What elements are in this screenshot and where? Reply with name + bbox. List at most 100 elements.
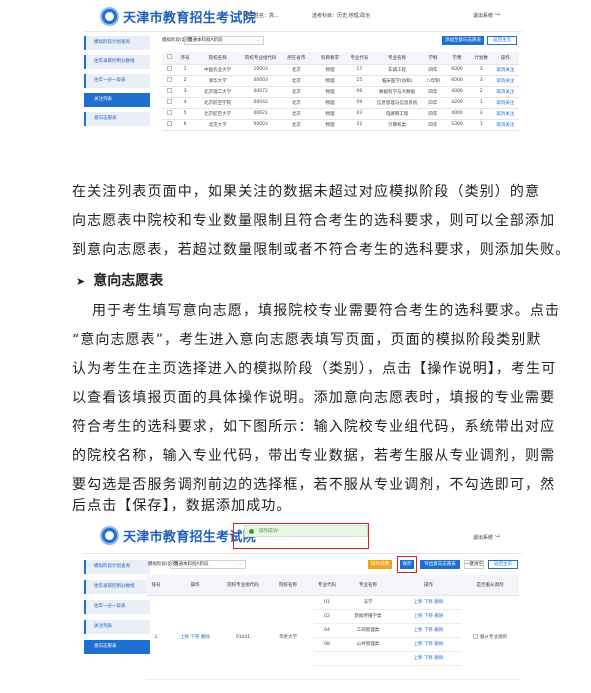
logout-link[interactable]: 退出系统 [473, 12, 493, 19]
back-home-button[interactable]: 返回主页 [488, 560, 518, 569]
table-cell: 15 [346, 75, 372, 87]
table-cell: 5300 [443, 119, 471, 131]
row-checkbox[interactable] [162, 75, 177, 87]
table-cell: 北京理工大学 [193, 86, 242, 98]
stage-select[interactable]: 普通本科批A阶段 ⌄ [170, 560, 246, 569]
instructions-button[interactable]: 操作说明 [368, 560, 392, 569]
table-cell: 四年 [422, 86, 444, 98]
sidebar-item-score-segment[interactable]: 往年一分一段表 [84, 74, 150, 88]
sidebar-item-score-line[interactable]: 往年录取控制分数线 [84, 580, 150, 594]
site-logo-icon [100, 526, 119, 545]
paragraph-line: 符合考生的选科要求，如下图所示：输入院校专业组代码，系统带出对应 [72, 419, 556, 435]
table-cell: 6000 [443, 64, 471, 76]
table-cell: 数据科学与大数据 [371, 86, 423, 98]
table-cell: 17 [346, 64, 372, 76]
major-actions[interactable]: 上移 下移 删除 [396, 609, 461, 624]
paragraph-line: “意向志愿表”，考生进入意向志愿表填写页面，页面的模拟阶段类别默 [72, 332, 542, 348]
export-button[interactable]: 导出意向志愿表 [420, 560, 460, 569]
paragraph-line: 认为考生在主页选择进入的模拟阶段（类别），点击【操作说明】，考生可 [72, 361, 557, 377]
arrow-bullet-icon: ➤ [76, 275, 86, 288]
adjust-cell[interactable]: 服从专业调剂 [461, 595, 519, 680]
table-cell: 北京 [279, 108, 314, 120]
sidebar-item-intention-form[interactable]: 意向志愿表 [84, 112, 150, 126]
cancel-attention-link[interactable]: 取消关注 [491, 86, 519, 98]
major-name-empty [340, 665, 396, 680]
table-cell: 清华大学 [193, 75, 242, 87]
candidate-name: 高... [269, 13, 279, 19]
sidebar-item-attention-list[interactable]: 关注列表 [84, 620, 150, 634]
major-code[interactable]: 01 [314, 595, 340, 610]
table-cell: 4000 [443, 86, 471, 98]
table-cell: 电路网工程 [371, 108, 423, 120]
adjust-checkbox[interactable] [473, 634, 478, 639]
add-to-intention-button[interactable]: 添加至意向志愿表 [442, 36, 484, 45]
highlight-box-save [397, 556, 417, 573]
cancel-attention-link[interactable]: 取消关注 [491, 108, 519, 120]
cancel-attention-link[interactable]: 取消关注 [491, 75, 519, 87]
table-row: 2 清华大学 00003 北京 物理 15 临床医学(协和) 八年制 6000 3 取消关注 [162, 75, 519, 87]
major-actions[interactable]: 上移 下移 删除 [396, 637, 461, 652]
major-code[interactable]: 08 [314, 637, 340, 652]
table-cell: 4000 [443, 108, 471, 120]
sidebar-item-plan-query[interactable]: 模拟阶段计划查询 [84, 560, 150, 574]
sidebar-item-score-segment[interactable]: 往年一分一段表 [84, 600, 150, 614]
major-code[interactable]: 04 [314, 623, 340, 638]
group-code-value[interactable]: 01041 [224, 595, 262, 680]
sidebar-item-score-line[interactable]: 往年录取控制分数线 [84, 55, 150, 69]
logout-link[interactable]: 退出系统 [473, 534, 493, 541]
table-cell: 物理 [313, 108, 347, 120]
table-row: 3 北京理工大学 00072 北京 物理 06 数据科学与大数据 四年 4000 2 取消关注 [162, 86, 519, 98]
row-checkbox[interactable] [162, 108, 177, 120]
table-cell: 北京大学 [193, 119, 242, 131]
sidebar-item-intention-form[interactable]: 意向志愿表 [84, 640, 150, 654]
back-home-button[interactable]: 返回主页 [487, 36, 517, 45]
sidebar-item-attention-list[interactable]: 关注列表 [84, 93, 150, 107]
logout-icon[interactable]: ↪ [495, 11, 500, 18]
col-header: 院校专业组代码 [224, 575, 262, 596]
table-cell: 00621 [241, 108, 280, 120]
row-checkbox[interactable] [162, 64, 177, 76]
sidebar-item-plan-query[interactable]: 模拟阶段计划查询 [84, 36, 150, 50]
intention-form-screenshot: 天津市教育招生考试院 操作成功! 退出系统 ↪ 模拟阶段计划查询 往年录取控制分… [84, 517, 522, 693]
table-cell: 4200 [443, 97, 471, 109]
section-heading: ➤ 意向志愿表 [76, 270, 163, 290]
header-divider [84, 553, 522, 554]
major-name: 法学 [340, 595, 396, 610]
table-cell: 6000 [443, 75, 471, 87]
table-cell: 4 [176, 97, 194, 109]
table-cell: 北京 [279, 64, 314, 76]
major-actions[interactable]: 上移 下移 删除 [396, 651, 461, 666]
table-cell: 四年 [422, 64, 444, 76]
chevron-down-icon: ⌄ [238, 562, 242, 567]
cancel-attention-link[interactable]: 取消关注 [491, 97, 519, 109]
col-header: 院校名称 [193, 52, 242, 65]
table-cell: 北京 [279, 97, 314, 109]
major-actions[interactable]: 上移 下移 删除 [396, 595, 461, 610]
stage-select[interactable]: 普通本科批A阶段 ⌄ [184, 36, 264, 45]
clear-all-button[interactable]: 一键清空 [464, 560, 484, 569]
col-header: 专业代号 [346, 52, 372, 65]
table-cell: 00003 [241, 119, 280, 131]
table-cell: 物理 [313, 86, 347, 98]
row-checkbox[interactable] [162, 86, 177, 98]
table-row: 1 上移 下移 删除 01041 华侨大学 01 法学 上移 下移 删除 服从专… [146, 595, 519, 680]
select-all-checkbox[interactable] [162, 52, 177, 65]
logout-icon[interactable]: ↪ [495, 533, 500, 540]
col-header: 操作 [166, 575, 224, 596]
group-row-actions[interactable]: 上移 下移 删除 [166, 595, 224, 680]
table-cell: 北京 [279, 86, 314, 98]
paragraph-line: 在关注列表页面中，如果关注的数据未超过对应模拟阶段（类别）的意 [72, 184, 541, 200]
intention-table: 排号 操作 院校专业组代码 院校名称 专业代码 专业名称 操作 是否服从调剂 1… [146, 575, 519, 680]
cancel-attention-link[interactable]: 取消关注 [491, 119, 519, 131]
table-cell: 06 [346, 86, 372, 98]
major-code-empty[interactable] [314, 665, 340, 680]
major-actions[interactable]: 上移 下移 删除 [396, 623, 461, 638]
paragraph-line: 以查看该填报页面的具体操作说明。添加意向志愿表时，填报的专业需要 [72, 390, 556, 406]
table-cell: 信息管理与信息系统 [371, 97, 423, 109]
cancel-attention-link[interactable]: 取消关注 [491, 64, 519, 76]
row-checkbox[interactable] [162, 119, 177, 131]
col-header: 操作 [491, 52, 519, 65]
major-code[interactable]: 02 [314, 609, 340, 624]
row-checkbox[interactable] [162, 97, 177, 109]
major-code[interactable] [314, 651, 340, 666]
